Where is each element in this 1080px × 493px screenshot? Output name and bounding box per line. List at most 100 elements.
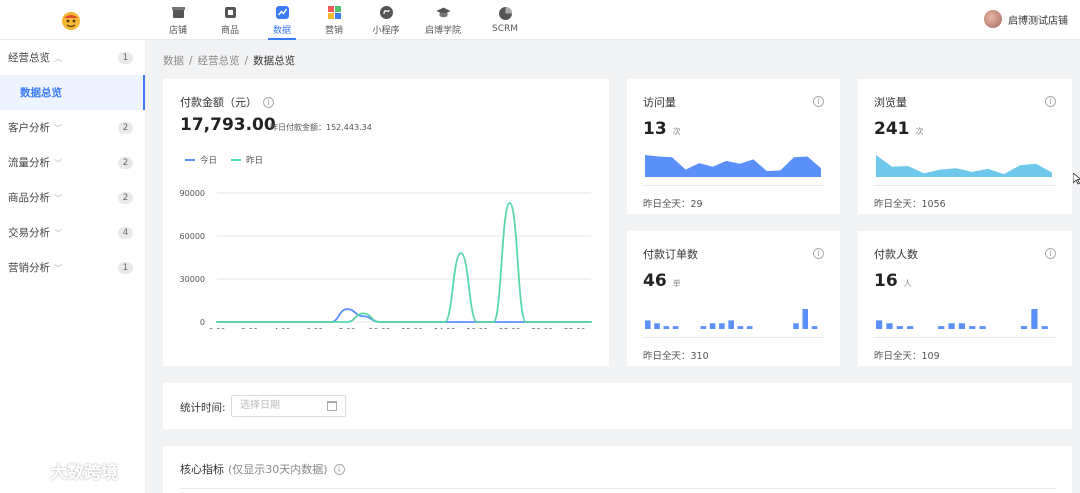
info-icon[interactable]: i — [333, 463, 345, 475]
sidebar-subitem-data-overview[interactable]: 数据总览 — [0, 75, 145, 110]
info-icon[interactable]: i — [1045, 96, 1056, 107]
info-icon[interactable]: i — [1045, 248, 1056, 259]
data-point — [590, 321, 592, 323]
legend-today[interactable]: 今日 — [185, 154, 217, 166]
data-point — [362, 315, 365, 318]
watermark: 大数跨境 — [6, 458, 118, 483]
sidebar-badge: 2 — [118, 156, 133, 169]
legend-yesterday[interactable]: 昨日 — [231, 154, 263, 166]
legend-label: 今日 — [200, 156, 218, 166]
date-picker-input[interactable]: 选择日期 — [231, 395, 346, 417]
calendar-icon[interactable] — [327, 401, 337, 411]
chevron-down-icon: ﹀ — [54, 264, 62, 273]
breadcrumb-separator: / — [244, 55, 249, 67]
sidebar-item-product[interactable]: 商品分析 ﹀ 2 — [0, 180, 145, 215]
data-point — [281, 321, 283, 323]
chevron-down-icon: ﹀ — [54, 159, 62, 168]
chevron-down-icon: ﹀ — [54, 229, 62, 238]
data-point — [460, 252, 462, 255]
sparkline-bar — [793, 323, 799, 329]
sparkline-bar — [1041, 326, 1048, 329]
watermark-logo-icon — [8, 461, 41, 479]
orders-yesterday: 昨日全天：310 — [643, 351, 709, 362]
breadcrumb-item[interactable]: 数据 — [163, 55, 184, 67]
divider — [874, 185, 1056, 186]
sparkline-bar — [709, 323, 716, 329]
info-icon[interactable]: i — [813, 96, 824, 107]
payers-value-row: 16 人 — [874, 271, 912, 291]
avatar[interactable] — [984, 10, 1002, 28]
x-tick-label: 14:00 — [434, 327, 456, 329]
sidebar-badge: 1 — [118, 261, 133, 274]
topnav-miniprogram[interactable]: 小程序 — [360, 0, 412, 40]
data-point — [411, 321, 414, 323]
topnav-store[interactable]: 店铺 — [152, 0, 204, 40]
legend-swatch — [185, 159, 195, 161]
orders-card: 付款订单数 i 46 单 昨日全天：310 — [627, 231, 840, 366]
topnav-marketing[interactable]: 营销 — [308, 0, 360, 40]
data-point — [508, 202, 511, 204]
sparkline-bar — [1020, 326, 1028, 329]
sparkline-bar — [719, 323, 725, 329]
y-tick-label: 60000 — [180, 232, 205, 241]
topnav-data[interactable]: 数据 — [256, 0, 308, 40]
x-tick-label: 20:00 — [531, 327, 553, 329]
data-point — [443, 321, 446, 323]
topnav-goods[interactable]: 商品 — [204, 0, 256, 40]
divider — [643, 337, 824, 338]
sidebar-item-label: 经营总览 — [8, 52, 50, 64]
x-tick-label: 2:00 — [241, 327, 258, 329]
info-icon[interactable]: i — [263, 96, 274, 108]
goods-icon — [224, 6, 236, 18]
sidebar-badge: 1 — [118, 51, 133, 64]
sidebar-item-customer[interactable]: 客户分析 ﹀ 2 — [0, 110, 145, 145]
y-tick-label: 90000 — [180, 189, 205, 198]
breadcrumb-current: 数据总览 — [253, 55, 296, 67]
sidebar-item-overview[interactable]: 经营总览 ︿ 1 — [0, 40, 145, 75]
topnav-label: 数据 — [272, 25, 291, 36]
data-icon — [275, 5, 289, 19]
topnav-scrm[interactable]: SCRM — [474, 0, 536, 40]
sparkline-bar — [700, 326, 707, 329]
sparkline-bar — [672, 326, 679, 329]
data-point — [346, 308, 348, 310]
x-tick-label: 22:00 — [564, 327, 586, 329]
sparkline-bar — [728, 320, 734, 329]
sparkline-bar — [1031, 309, 1038, 329]
data-point — [378, 321, 381, 323]
data-point — [427, 321, 430, 323]
sidebar-item-label: 客户分析 — [8, 122, 50, 134]
orders-unit: 单 — [672, 279, 681, 288]
topnav-academy[interactable]: 启博学院 — [412, 0, 474, 40]
views-card: 浏览量 i 241 次 昨日全天：1056 — [858, 79, 1072, 214]
chevron-up-icon: ︿ — [54, 54, 62, 63]
data-point — [216, 321, 218, 323]
divider — [874, 337, 1056, 338]
views-sparkline — [876, 155, 1052, 177]
user-name[interactable]: 启博测试店铺 — [1008, 12, 1068, 27]
sidebar-item-transaction[interactable]: 交易分析 ﹀ 4 — [0, 215, 145, 250]
sidebar: 经营总览 ︿ 1 数据总览 客户分析 ﹀ 2 流量分析 ﹀ 2 商品分析 ﹀ 2 交易分… — [0, 40, 146, 493]
logo-icon[interactable] — [60, 9, 82, 31]
breadcrumb: 数据 / 经营总览 / 数据总览 — [163, 53, 295, 68]
sparkline-bar — [663, 326, 670, 329]
sidebar-item-traffic[interactable]: 流量分析 ﹀ 2 — [0, 145, 145, 180]
user-menu[interactable]: 启博测试店铺 — [984, 10, 1068, 28]
divider — [643, 185, 824, 186]
legend-label: 昨日 — [246, 156, 264, 166]
info-icon[interactable]: i — [813, 248, 824, 259]
marketing-icon — [327, 5, 341, 19]
x-tick-label: 6:00 — [306, 327, 323, 329]
topnav-label: 营销 — [324, 25, 343, 36]
core-subtitle: (仅显示30天内数据) — [228, 463, 328, 476]
topnav-label: 启博学院 — [424, 25, 461, 36]
sidebar-item-marketing[interactable]: 营销分析 ﹀ 1 — [0, 250, 145, 285]
views-yesterday: 昨日全天：1056 — [874, 199, 946, 210]
data-point — [313, 321, 316, 323]
sparkline-bar — [645, 320, 651, 329]
payment-line-chart[interactable]: 0 30000 60000 90000 0:00 2:00 4:00 6:00 8:00 10:0… — [163, 179, 609, 329]
breadcrumb-item[interactable]: 经营总览 — [198, 55, 240, 67]
views-unit: 次 — [915, 127, 924, 136]
payment-amount-card: 付款金额（元） i 17,793.00 昨日付款金额：152,443.34 今日… — [163, 79, 609, 366]
legend-swatch — [231, 159, 242, 161]
